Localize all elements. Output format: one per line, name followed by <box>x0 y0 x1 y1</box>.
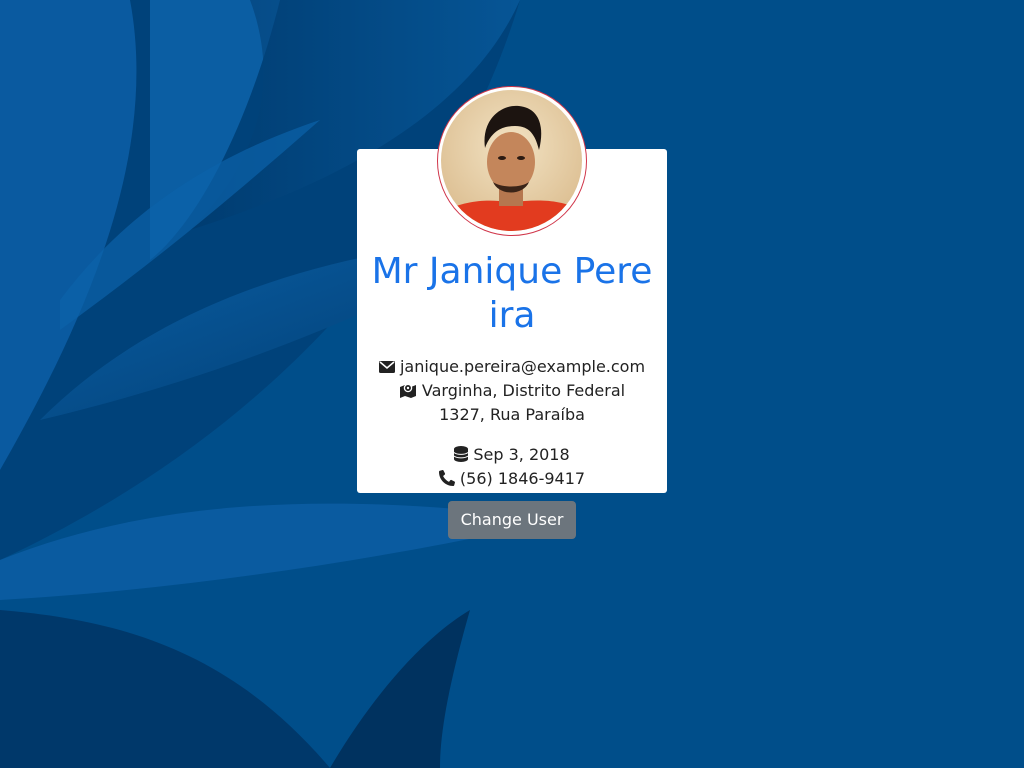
registered-row: Sep 3, 2018 <box>357 443 667 469</box>
location-row: Varginha, Distrito Federal <box>357 379 667 405</box>
avatar-photo <box>441 90 582 231</box>
street-row: 1327, Rua Paraíba <box>357 403 667 427</box>
user-name: Mr Janique Pereira <box>371 251 653 336</box>
user-phone: (56) 1846-9417 <box>459 469 586 488</box>
phone-icon <box>438 469 455 493</box>
envelope-icon <box>378 357 395 381</box>
email-row: janique.pereira@example.com <box>357 355 667 381</box>
map-marker-icon <box>399 381 417 405</box>
user-location: Varginha, Distrito Federal <box>421 381 626 400</box>
change-user-button[interactable]: Change User <box>448 501 576 539</box>
database-icon <box>454 445 469 469</box>
phone-row: (56) 1846-9417 <box>357 467 667 493</box>
user-email: janique.pereira@example.com <box>399 357 646 376</box>
avatar <box>437 86 587 236</box>
user-street: 1327, Rua Paraíba <box>439 405 585 424</box>
user-registered: Sep 3, 2018 <box>473 445 570 464</box>
